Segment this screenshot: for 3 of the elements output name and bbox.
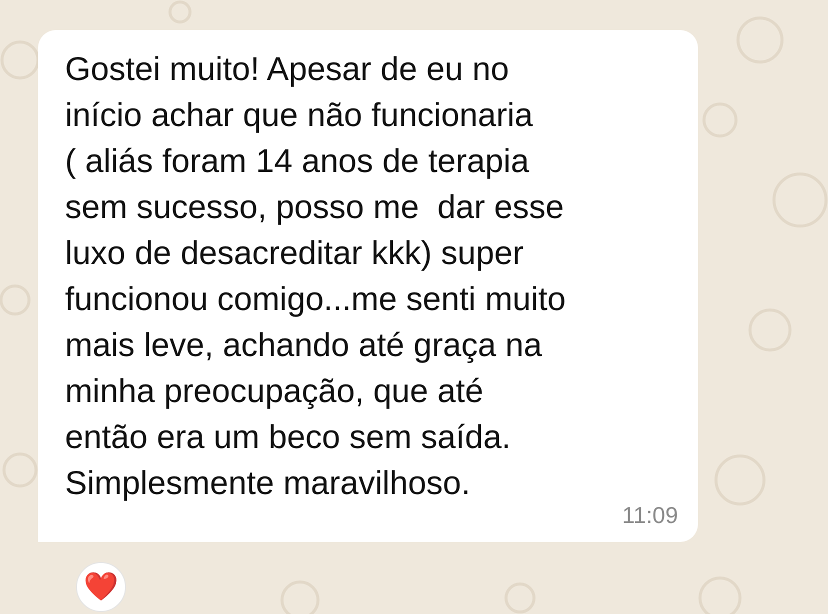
message-text: Gostei muito! Apesar de eu no início achar que não funcionaria ( aliás foram 14 anos de terapia sem sucesso, posso me dar esse luxo de desacreditar kkk) super funcionou comigo...me senti muito mais leve, achando até graça na minha preocupação, que até então era um beco sem saída. Simplesmente maravilhoso. <box>65 49 566 503</box>
reaction-badge: ❤ <box>76 562 126 612</box>
message-time: 11:09 <box>622 500 678 530</box>
